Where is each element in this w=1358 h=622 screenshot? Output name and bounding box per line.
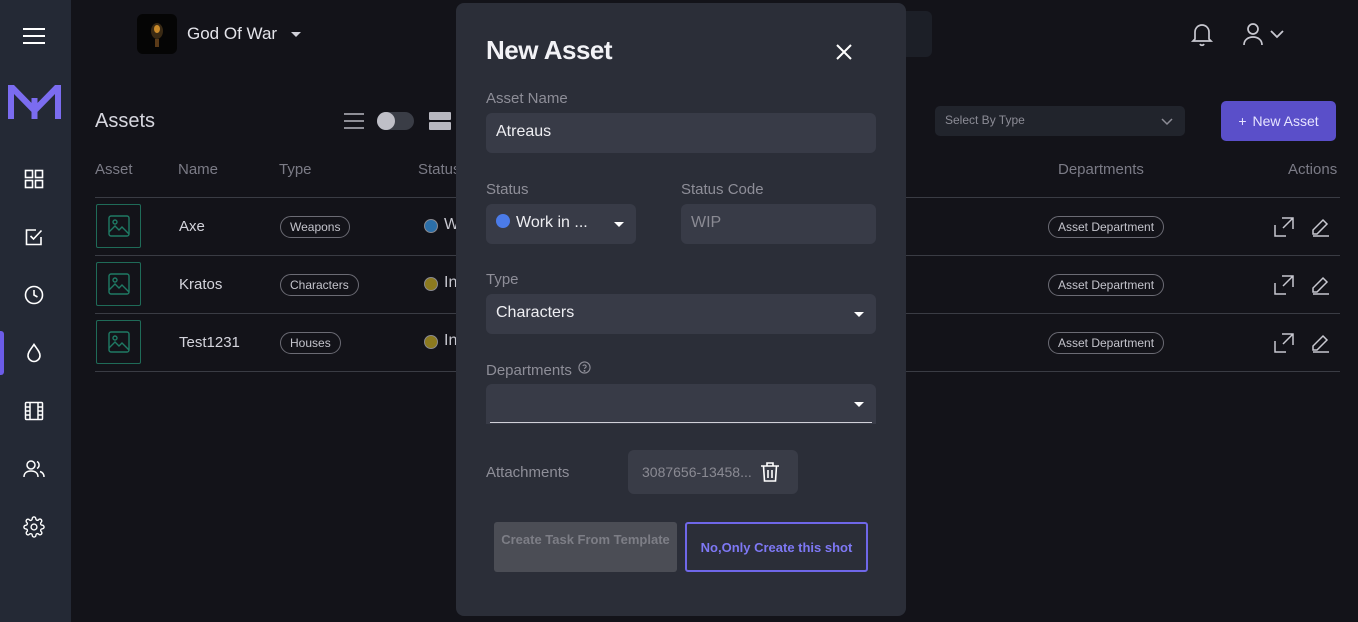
open-icon[interactable] [1274, 333, 1294, 358]
active-indicator [0, 331, 4, 375]
departments-label: Departments [486, 361, 591, 379]
edit-icon[interactable] [1310, 275, 1330, 300]
status-dot [424, 335, 438, 349]
select-by-type[interactable]: Select By Type [935, 106, 1185, 136]
create-task-from-template-button[interactable]: Create Task From Template [494, 522, 677, 572]
attachment-chip: 3087656-13458... [628, 450, 798, 494]
status-label: Status [486, 181, 529, 198]
departments-select[interactable] [486, 384, 876, 424]
col-header-type: Type [279, 161, 312, 178]
status-code-label: Status Code [681, 181, 764, 198]
sidebar [0, 0, 71, 622]
image-placeholder-icon [96, 320, 141, 364]
logo-icon[interactable] [7, 84, 62, 125]
type-chip: Weapons [280, 216, 351, 238]
help-icon[interactable] [578, 361, 591, 374]
gear-icon[interactable] [21, 514, 47, 540]
type-select[interactable]: Characters [486, 294, 876, 334]
view-toggle[interactable] [377, 112, 414, 130]
status-dot [424, 219, 438, 233]
user-icon [1243, 23, 1263, 46]
modal-title: New Asset [486, 35, 613, 65]
open-icon[interactable] [1274, 275, 1294, 300]
list-view-icon[interactable] [343, 112, 365, 135]
card-view-icon[interactable] [429, 112, 451, 135]
asset-name: Axe [179, 218, 205, 235]
bell-icon[interactable] [1190, 21, 1214, 52]
type-label: Type [486, 271, 519, 288]
col-header-asset: Asset [95, 161, 133, 178]
caret-down-icon [854, 312, 864, 317]
assets-drop-icon[interactable] [21, 340, 47, 366]
col-header-actions: Actions [1288, 161, 1338, 178]
chevron-down-icon [291, 31, 302, 37]
asset-name: Test1231 [179, 334, 240, 351]
create-shot-only-button[interactable]: No,Only Create this shot [685, 522, 868, 572]
asset-name-input[interactable]: Atreaus [486, 113, 876, 153]
edit-icon[interactable] [1310, 217, 1330, 242]
new-asset-button[interactable]: + New Asset [1221, 101, 1336, 141]
menu-icon[interactable] [21, 23, 47, 49]
project-name: God Of War [187, 24, 278, 43]
clock-icon[interactable] [21, 282, 47, 308]
attachment-filename: 3087656-13458... [642, 464, 752, 481]
chevron-down-icon [1270, 30, 1284, 39]
department-chip: Asset Department [1048, 216, 1165, 238]
caret-down-icon [854, 402, 864, 407]
project-selector[interactable]: God Of War [137, 14, 302, 54]
status-code-field: WIP [681, 204, 876, 244]
status-dot [424, 277, 438, 291]
col-header-departments: Departments [1058, 161, 1144, 178]
status-dot [496, 214, 510, 228]
attachments-label: Attachments [486, 464, 570, 481]
user-menu[interactable] [1242, 22, 1284, 46]
chevron-down-icon [1161, 115, 1173, 129]
asset-name: Kratos [179, 276, 223, 293]
caret-down-icon [614, 222, 624, 227]
close-icon[interactable] [831, 39, 857, 65]
project-logo [137, 14, 177, 54]
type-chip: Characters [280, 274, 359, 296]
image-placeholder-icon [96, 262, 141, 306]
image-placeholder-icon [96, 204, 141, 248]
col-header-status: Status [418, 161, 461, 178]
film-icon[interactable] [21, 398, 47, 424]
dashboard-icon[interactable] [21, 166, 47, 192]
status-select[interactable]: Work in ... [486, 204, 636, 244]
page-title: Assets [95, 110, 156, 132]
edit-icon[interactable] [1310, 333, 1330, 358]
col-header-name: Name [178, 161, 219, 178]
trash-icon[interactable] [760, 461, 780, 486]
users-icon[interactable] [21, 456, 47, 482]
new-asset-modal: New Asset Asset Name Atreaus Status Work… [456, 3, 906, 616]
plus-icon: + [1238, 113, 1247, 129]
open-icon[interactable] [1274, 217, 1294, 242]
type-chip: Houses [280, 332, 341, 354]
department-chip: Asset Department [1048, 332, 1165, 354]
department-chip: Asset Department [1048, 274, 1165, 296]
tasks-icon[interactable] [21, 224, 47, 250]
asset-name-label: Asset Name [486, 90, 568, 107]
